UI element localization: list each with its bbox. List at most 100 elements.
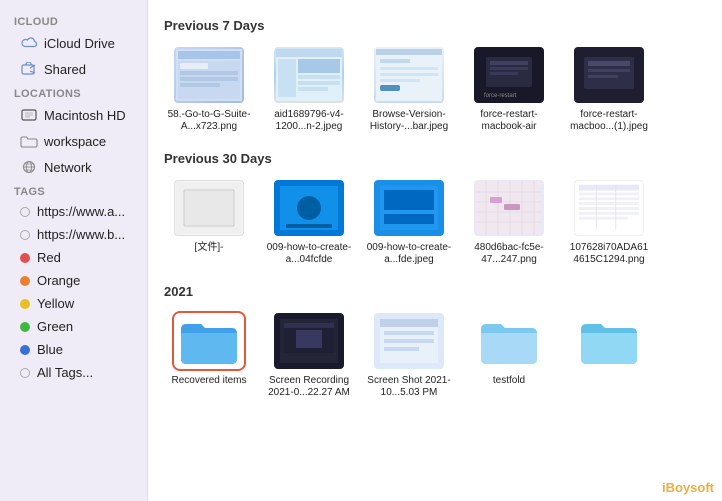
list-item[interactable]: 480d6bac-fc5e-47...247.png xyxy=(464,178,554,266)
tag-dot-blue xyxy=(20,345,30,355)
list-item[interactable]: aid1689796-v4-1200...n-2.jpeg xyxy=(264,45,354,133)
tag-dot-url1 xyxy=(20,207,30,217)
sidebar-tag-red-label: Red xyxy=(37,250,61,265)
list-item[interactable]: 009-how-to-create-a...04fcfde xyxy=(264,178,354,266)
sidebar-section-locations: Locations xyxy=(0,82,147,102)
list-item[interactable]: Screen Shot 2021-10...5.03 PM xyxy=(364,311,454,399)
file-name: testfold xyxy=(493,375,525,387)
file-thumb-wrap xyxy=(472,178,546,238)
list-item[interactable]: 009-how-to-create-a...fde.jpeg xyxy=(364,178,454,266)
file-thumb-wrap xyxy=(272,178,346,238)
tag-dot-yellow xyxy=(20,299,30,309)
sidebar: iCloud iCloud Drive Shared Locations xyxy=(0,0,148,501)
file-thumbnail xyxy=(474,313,544,369)
file-name: Screen Recording 2021-0...22.27 AM xyxy=(265,375,353,399)
sidebar-item-tag-green[interactable]: Green xyxy=(6,316,141,337)
macintosh-hd-icon xyxy=(20,106,38,124)
list-item[interactable]: 58.-Go-to-G-Suite-A...x723.png xyxy=(164,45,254,133)
sidebar-item-tag-all[interactable]: All Tags... xyxy=(6,362,141,383)
sidebar-tag-yellow-label: Yellow xyxy=(37,296,74,311)
file-thumb-wrap xyxy=(372,311,446,371)
file-thumbnail xyxy=(574,47,644,103)
file-thumbnail xyxy=(574,313,644,369)
sidebar-tag-orange-label: Orange xyxy=(37,273,80,288)
sidebar-item-tag-blue[interactable]: Blue xyxy=(6,339,141,360)
sidebar-shared-label: Shared xyxy=(44,62,86,77)
tag-dot-green xyxy=(20,322,30,332)
file-thumbnail xyxy=(474,180,544,236)
sidebar-item-shared[interactable]: Shared xyxy=(6,57,141,81)
sidebar-item-tag-url1[interactable]: https://www.a... xyxy=(6,201,141,222)
sidebar-item-network[interactable]: Network xyxy=(6,155,141,179)
list-item[interactable]: force-restart-macboo...(1).jpeg xyxy=(564,45,654,133)
tag-dot-orange xyxy=(20,276,30,286)
section-title-30days: Previous 30 Days xyxy=(164,151,706,166)
sidebar-item-tag-url2[interactable]: https://www.b... xyxy=(6,224,141,245)
file-thumbnail xyxy=(174,180,244,236)
list-item[interactable] xyxy=(564,311,654,399)
file-thumbnail xyxy=(374,313,444,369)
network-icon xyxy=(20,158,38,176)
list-item[interactable]: 107628i70ADA61 4615C1294.png xyxy=(564,178,654,266)
file-thumb-wrap xyxy=(272,311,346,371)
file-name: [文件]- xyxy=(195,242,224,254)
file-grid-2021: Recovered items Screen Recording 2021-0.… xyxy=(164,311,706,399)
sidebar-item-tag-yellow[interactable]: Yellow xyxy=(6,293,141,314)
sidebar-item-macintosh-hd[interactable]: Macintosh HD xyxy=(6,103,141,127)
file-grid-7days: 58.-Go-to-G-Suite-A...x723.png aid xyxy=(164,45,706,133)
file-name: 58.-Go-to-G-Suite-A...x723.png xyxy=(165,109,253,133)
sidebar-tag-url1-label: https://www.a... xyxy=(37,204,125,219)
file-thumb-wrap xyxy=(572,311,646,371)
sidebar-item-tag-red[interactable]: Red xyxy=(6,247,141,268)
file-thumb-wrap xyxy=(372,178,446,238)
sidebar-icloud-drive-label: iCloud Drive xyxy=(44,36,115,51)
sidebar-section-icloud: iCloud xyxy=(0,10,147,30)
file-thumb-wrap xyxy=(572,45,646,105)
file-name: Screen Shot 2021-10...5.03 PM xyxy=(365,375,453,399)
list-item[interactable]: [文件]- xyxy=(164,178,254,266)
file-thumbnail: force-restart xyxy=(474,47,544,103)
tag-dot-red xyxy=(20,253,30,263)
sidebar-item-workspace[interactable]: workspace xyxy=(6,129,141,153)
file-thumb-wrap xyxy=(172,45,246,105)
list-item[interactable]: force-restart force-restart-macbook-air xyxy=(464,45,554,133)
file-thumb-wrap xyxy=(172,178,246,238)
list-item[interactable]: Recovered items xyxy=(164,311,254,399)
file-name: force-restart-macboo...(1).jpeg xyxy=(565,109,653,133)
tag-dot-url2 xyxy=(20,230,30,240)
file-thumb-wrap: force-restart xyxy=(472,45,546,105)
file-thumbnail xyxy=(374,47,444,103)
sidebar-tag-green-label: Green xyxy=(37,319,73,334)
list-item[interactable]: testfold xyxy=(464,311,554,399)
sidebar-item-tag-orange[interactable]: Orange xyxy=(6,270,141,291)
cloud-icon xyxy=(20,34,38,52)
section-title-7days: Previous 7 Days xyxy=(164,18,706,33)
file-name: force-restart-macbook-air xyxy=(465,109,553,133)
sidebar-workspace-label: workspace xyxy=(44,134,106,149)
file-thumb-wrap xyxy=(472,311,546,371)
list-item[interactable]: Browse-Version-History-...bar.jpeg xyxy=(364,45,454,133)
tag-dot-all xyxy=(20,368,30,378)
file-thumbnail xyxy=(274,47,344,103)
shared-icon xyxy=(20,60,38,78)
sidebar-macintosh-hd-label: Macintosh HD xyxy=(44,108,126,123)
file-thumb-wrap xyxy=(572,178,646,238)
file-name: 009-how-to-create-a...fde.jpeg xyxy=(365,242,453,266)
file-grid-30days: [文件]- 009-how-to-create-a...04fcfde xyxy=(164,178,706,266)
file-thumb-wrap xyxy=(372,45,446,105)
list-item[interactable]: Screen Recording 2021-0...22.27 AM xyxy=(264,311,354,399)
sidebar-item-icloud-drive[interactable]: iCloud Drive xyxy=(6,31,141,55)
file-thumb-wrap xyxy=(172,311,246,371)
sidebar-network-label: Network xyxy=(44,160,92,175)
file-name: Browse-Version-History-...bar.jpeg xyxy=(365,109,453,133)
file-thumbnail xyxy=(176,313,242,369)
file-name: aid1689796-v4-1200...n-2.jpeg xyxy=(265,109,353,133)
file-thumbnail xyxy=(274,313,344,369)
file-name: Recovered items xyxy=(171,375,246,387)
file-thumbnail xyxy=(174,47,244,103)
workspace-icon xyxy=(20,132,38,150)
file-name: 480d6bac-fc5e-47...247.png xyxy=(465,242,553,266)
sidebar-tag-url2-label: https://www.b... xyxy=(37,227,125,242)
svg-text:force-restart: force-restart xyxy=(484,93,517,99)
sidebar-tag-blue-label: Blue xyxy=(37,342,63,357)
